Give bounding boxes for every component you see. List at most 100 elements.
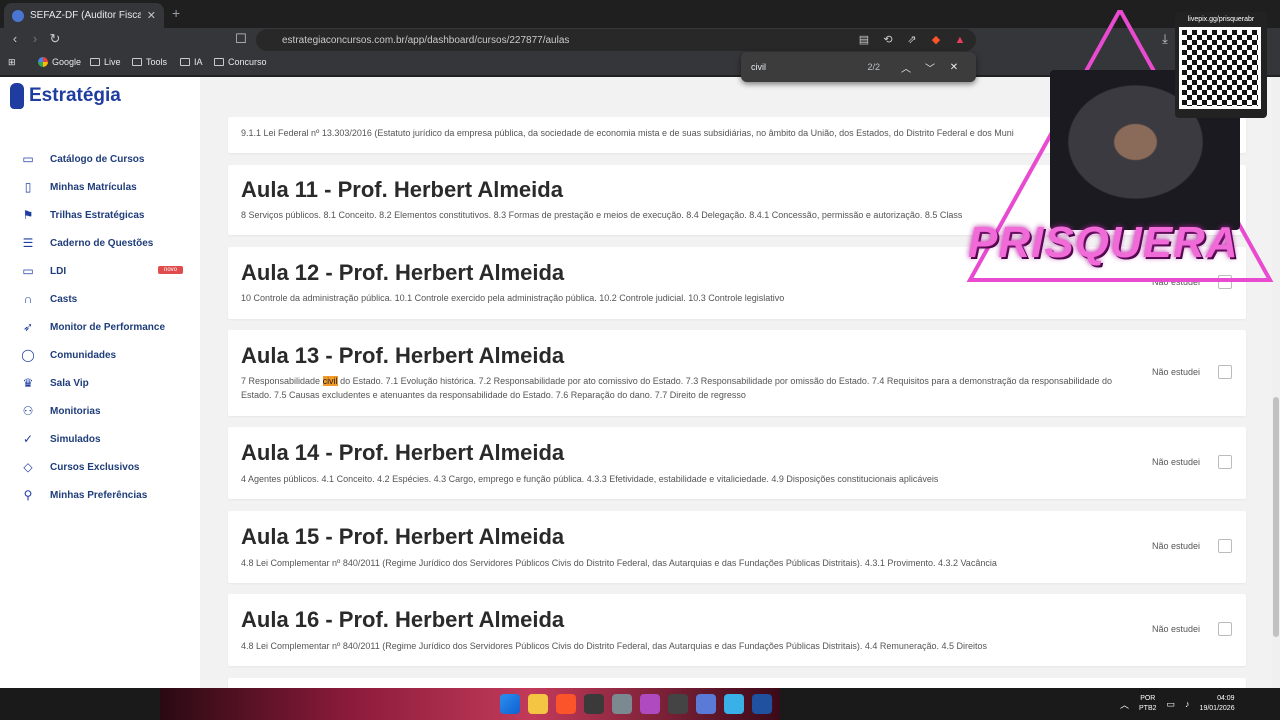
clock-time: 04:09 — [1217, 695, 1235, 702]
bookmark-icon[interactable]: ☐ — [232, 31, 250, 47]
brave-icon[interactable] — [556, 694, 576, 714]
bookmark-concurso[interactable]: Concurso — [214, 57, 267, 67]
bookmark-label: Google — [52, 57, 82, 67]
sidebar-item-ldi[interactable]: ▭ LDI novo — [0, 257, 200, 285]
bookmark-tools[interactable]: Tools — [132, 57, 167, 67]
status-label: Não estudei — [1151, 367, 1200, 377]
app-icon[interactable] — [640, 694, 660, 714]
app-icon[interactable] — [612, 694, 632, 714]
forward-button[interactable]: › — [26, 31, 44, 46]
sidebar-item-sala-vip[interactable]: ♛ Sala Vip — [0, 369, 200, 397]
sidebar-item-comunidades[interactable]: ◯ Comunidades — [0, 341, 200, 369]
url-text: estrategiaconcursos.com.br/app/dashboard… — [282, 34, 570, 46]
diamond-icon: ◇ — [23, 460, 33, 474]
sidebar-item-label: Casts — [50, 293, 78, 305]
brave-shield-icon[interactable]: ◆ — [928, 32, 944, 48]
find-previous-icon[interactable]: ︿ — [894, 60, 918, 75]
sidebar-item-trilhas[interactable]: ⚑ Trilhas Estratégicas — [0, 201, 200, 229]
lesson-title[interactable]: Aula 11 - Prof. Herbert Almeida — [241, 177, 563, 203]
lesson-card[interactable]: Aula 13 - Prof. Herbert Almeida 7 Respon… — [228, 330, 1246, 416]
discord-icon[interactable] — [696, 694, 716, 714]
tray-overflow-icon[interactable]: ︿ — [1120, 698, 1129, 711]
check-circle-icon: ✓ — [22, 432, 34, 446]
find-input[interactable]: civil — [751, 62, 867, 72]
owl-logo-icon — [10, 83, 24, 109]
lesson-checkbox[interactable] — [1218, 539, 1232, 553]
history-icon[interactable]: ⟲ — [880, 32, 896, 48]
users-icon: ⚇ — [22, 404, 34, 418]
sidebar-item-label: Comunidades — [50, 349, 117, 361]
sidebar-item-simulados[interactable]: ✓ Simulados — [0, 425, 200, 453]
sidebar-item-label: Monitor de Performance — [50, 321, 166, 333]
terminal-icon[interactable] — [584, 694, 604, 714]
bookmark-ia[interactable]: IA — [180, 57, 203, 67]
address-bar[interactable]: estrategiaconcursos.com.br/app/dashboard… — [256, 29, 976, 51]
lesson-card[interactable]: Aula 16 - Prof. Herbert Almeida 4.8 Lei … — [228, 594, 1246, 666]
lesson-description: 7 Responsabilidade civil do Estado. 7.1 … — [241, 374, 1131, 402]
sidebar-item-preferencias[interactable]: ⚲ Minhas Preferências — [0, 481, 200, 509]
lesson-checkbox[interactable] — [1218, 365, 1232, 379]
sidebar-item-monitorias[interactable]: ⚇ Monitorias — [0, 397, 200, 425]
browser-tab[interactable]: SEFAZ-DF (Auditor Fiscal) Direito ✕ — [4, 3, 164, 28]
apps-icon[interactable]: ⊞ — [8, 57, 16, 68]
sidebar-item-monitor[interactable]: ➶ Monitor de Performance — [0, 313, 200, 341]
lesson-title[interactable]: Aula 13 - Prof. Herbert Almeida — [241, 343, 564, 369]
sidebar-item-matriculas[interactable]: ▯ Minhas Matrículas — [0, 173, 200, 201]
network-icon[interactable]: ▭ — [1167, 699, 1176, 710]
bookmark-google[interactable]: Google — [38, 57, 81, 67]
lesson-card[interactable]: Aula 14 - Prof. Herbert Almeida 4 Agente… — [228, 427, 1246, 499]
lesson-card-partial[interactable] — [228, 678, 1246, 688]
explorer-icon[interactable] — [528, 694, 548, 714]
qr-code-panel: livepix.gg/prisquerabr — [1175, 12, 1267, 118]
lesson-title[interactable]: Aula 16 - Prof. Herbert Almeida — [241, 607, 564, 633]
sidebar-item-label: Caderno de Questões — [50, 237, 154, 249]
app-icon[interactable] — [724, 694, 744, 714]
app-icon[interactable] — [752, 694, 772, 714]
start-icon[interactable] — [500, 694, 520, 714]
crown-icon: ♛ — [22, 376, 34, 390]
lesson-title[interactable]: Aula 12 - Prof. Herbert Almeida — [241, 260, 564, 286]
volume-icon[interactable]: ♪ — [1185, 699, 1190, 709]
logo[interactable]: Estratégia — [10, 83, 121, 109]
sidebar-item-label: Minhas Preferências — [50, 489, 148, 501]
reload-button[interactable]: ↻ — [46, 31, 64, 47]
bookmark-label: Concurso — [228, 57, 267, 67]
headphones-icon: ∩ — [23, 292, 33, 306]
chat-icon: ◯ — [21, 348, 35, 362]
sidebar-item-label: LDI — [50, 265, 67, 277]
folder-icon — [214, 58, 224, 66]
obs-icon[interactable] — [668, 694, 688, 714]
sidebar-item-casts[interactable]: ∩ Casts — [0, 285, 200, 313]
bookmark-live[interactable]: Live — [90, 57, 121, 67]
language-indicator[interactable]: POR PTB2 — [1139, 694, 1157, 714]
new-badge: novo — [158, 266, 184, 274]
share-icon[interactable]: ⇗ — [904, 32, 920, 48]
reader-icon[interactable]: ▤ — [856, 32, 872, 48]
sidebar-item-caderno[interactable]: ☰ Caderno de Questões — [0, 229, 200, 257]
bookmark-label: Tools — [146, 57, 168, 67]
find-next-icon[interactable]: ﹀ — [918, 60, 942, 75]
google-icon — [38, 57, 48, 67]
back-button[interactable]: ‹ — [6, 31, 24, 46]
lesson-title[interactable]: Aula 15 - Prof. Herbert Almeida — [241, 524, 564, 550]
tab-title: SEFAZ-DF (Auditor Fiscal) Direito — [30, 10, 141, 21]
sidebar-item-exclusivos[interactable]: ◇ Cursos Exclusivos — [0, 453, 200, 481]
scrollbar-thumb[interactable] — [1273, 397, 1279, 637]
new-tab-button[interactable]: + — [172, 5, 180, 21]
find-bar: civil 2/2 ︿ ﹀ ✕ — [741, 52, 976, 82]
sidebar-nav: ▭ Catálogo de Cursos ▯ Minhas Matrículas ⚑… — [0, 145, 200, 509]
streamer-watermark: PRISQUERA — [968, 218, 1239, 267]
sidebar-item-catalogo[interactable]: ▭ Catálogo de Cursos — [0, 145, 200, 173]
status-label: Não estudei — [1151, 541, 1200, 551]
list-icon: ☰ — [22, 236, 34, 250]
clock-date: 19/01/2026 — [1199, 705, 1235, 712]
windows-taskbar: ︿ POR PTB2 ▭ ♪ 04:09 19/01/2026 — [0, 688, 1280, 720]
clock[interactable]: 04:09 19/01/2026 — [1200, 694, 1235, 714]
close-tab-icon[interactable]: ✕ — [147, 9, 156, 22]
lesson-title[interactable]: Aula 14 - Prof. Herbert Almeida — [241, 440, 564, 466]
lesson-card[interactable]: Aula 15 - Prof. Herbert Almeida 4.8 Lei … — [228, 511, 1246, 583]
screen-icon: ▭ — [22, 264, 34, 278]
lesson-checkbox[interactable] — [1218, 622, 1232, 636]
lesson-checkbox[interactable] — [1218, 455, 1232, 469]
qr-code — [1179, 27, 1261, 109]
